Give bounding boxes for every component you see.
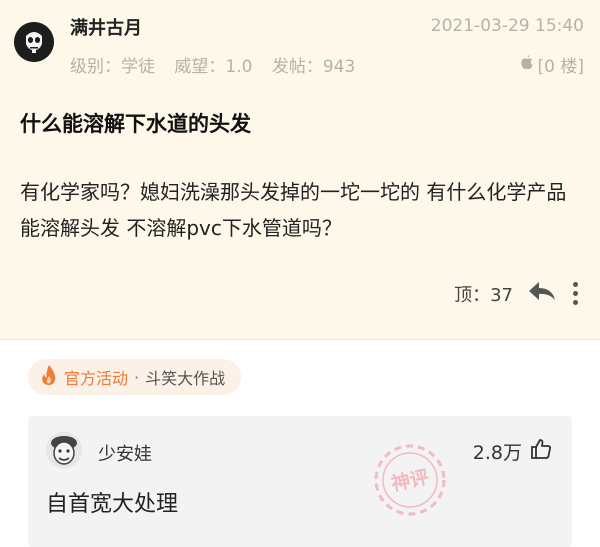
floor-label: [0 楼] [537,57,584,77]
activity-event-name: 斗笑大作战 [145,369,226,388]
user-avatar[interactable] [14,22,54,62]
floor-indicator: [0 楼] [520,52,584,77]
stamp-text: 神评 [389,465,431,495]
user-post-count: 发帖：943 [271,57,356,77]
best-comment-stamp: 神评 [370,440,450,520]
top-count[interactable]: 顶：37 [454,281,513,307]
activity-official-label: 官方活动 [64,369,129,388]
fire-icon [40,364,58,390]
user-meta: 级别：学徒 威望：1.0 发帖：943 [70,52,369,77]
post-title: 什么能溶解下水道的头发 [20,112,251,136]
post-timestamp: 2021-03-29 15:40 [430,16,584,36]
apple-icon [520,54,534,75]
user-reputation: 威望：1.0 [174,57,253,77]
thumbs-up-icon[interactable] [530,438,552,465]
like-count-value: 2.8万 [472,442,522,464]
comment-username[interactable]: 少安娃 [98,440,152,466]
activity-separator: · [134,367,140,387]
reply-arrow-icon[interactable] [527,280,557,307]
post-username[interactable]: 满井古月 [70,14,142,40]
activity-tag[interactable]: 官方活动 · 斗笑大作战 [28,359,242,395]
user-level: 级别：学徒 [70,57,155,77]
comment-avatar[interactable] [46,432,82,468]
more-vertical-icon[interactable] [571,282,580,305]
hot-comment-card[interactable]: 少安娃 神评 2.8万 自首宽大处理 [28,416,572,547]
post-actions: 顶：37 [454,280,580,307]
comment-text: 自首宽大处理 [46,492,179,517]
post-content: 有化学家吗？媳妇洗澡那头发掉的一坨一坨的 有什么化学产品能溶解头发 不溶解pvc… [20,180,567,240]
comment-like-count[interactable]: 2.8万 [473,438,552,465]
post-card: 满井古月 2021-03-29 15:40 级别：学徒 威望：1.0 发帖：94… [0,0,600,340]
